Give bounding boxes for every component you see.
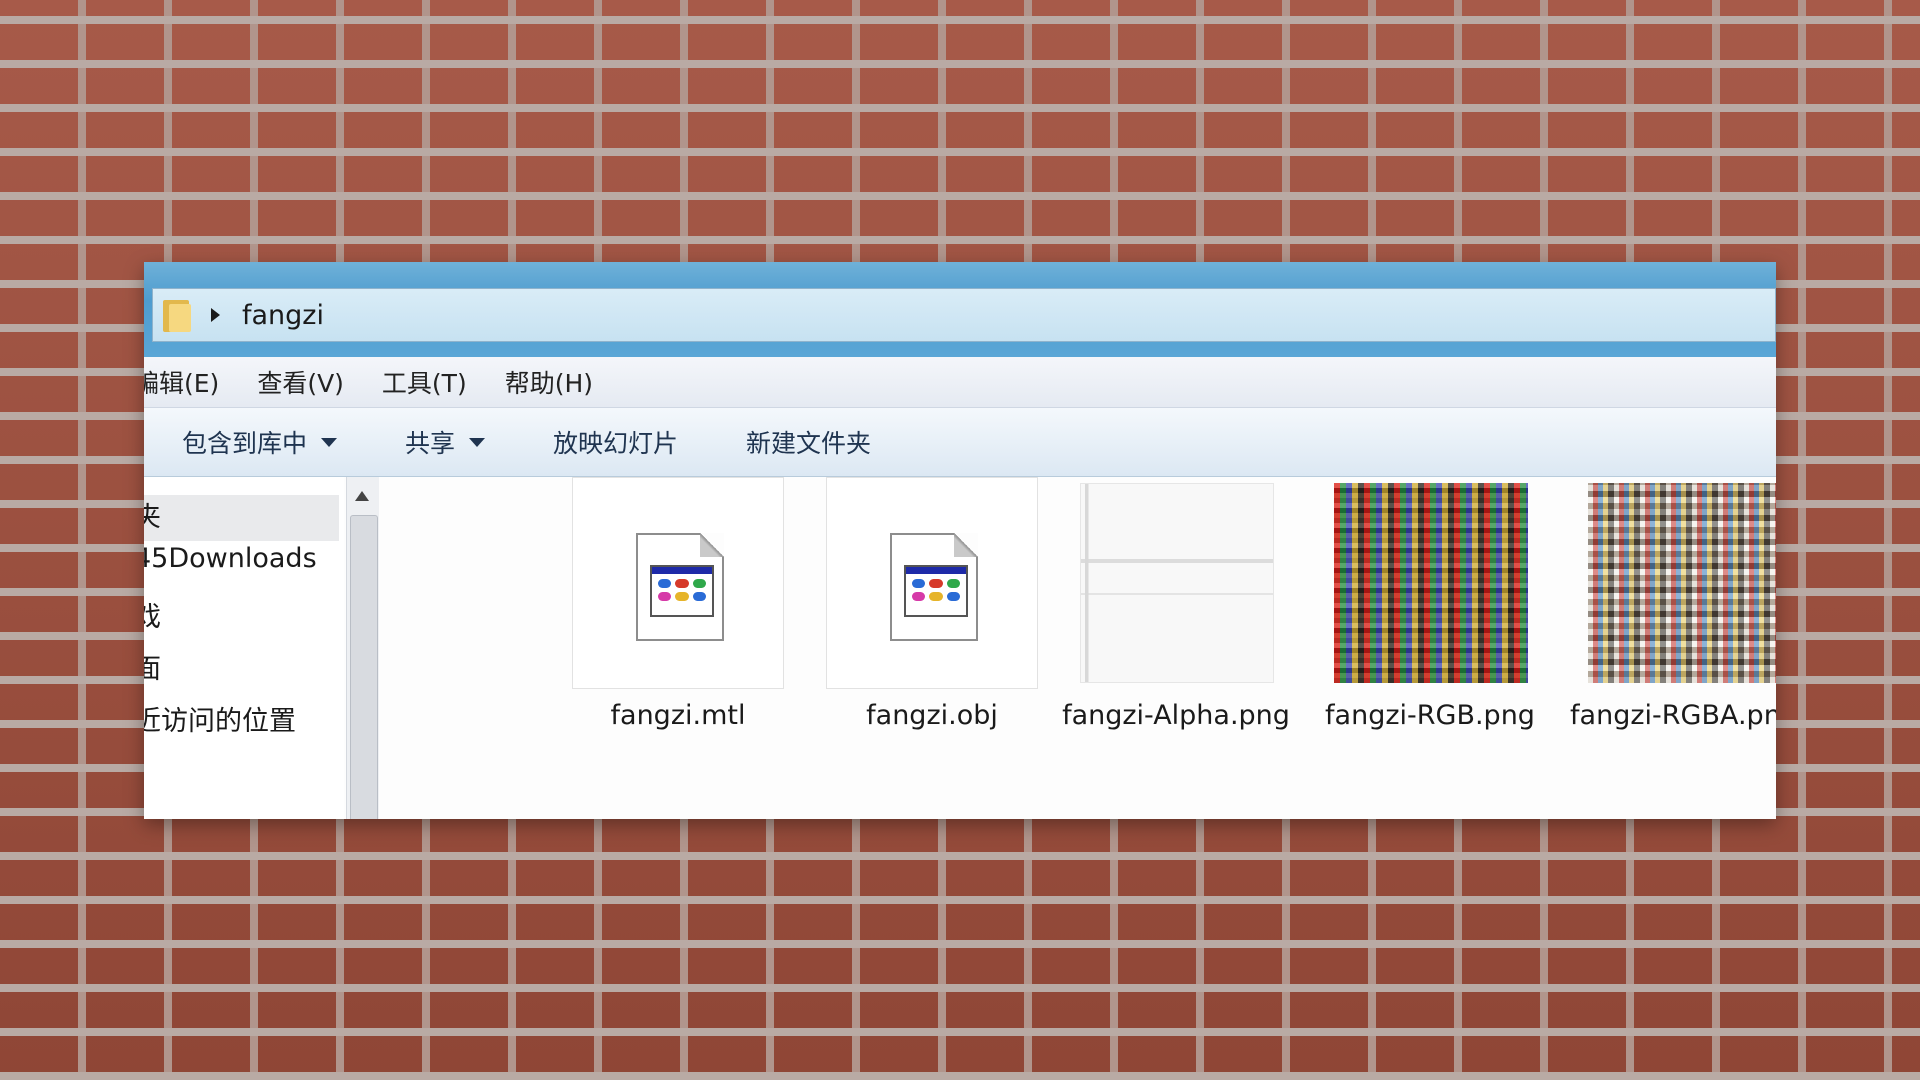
scrollbar-thumb[interactable] (350, 515, 378, 819)
image-thumbnail (1080, 483, 1274, 683)
nav-item-games[interactable]: 戏 (144, 595, 161, 634)
menu-view[interactable]: 查看(V) (257, 364, 344, 400)
command-bar: 包含到库中 共享 放映幻灯片 新建文件夹 (144, 408, 1776, 477)
slideshow-label: 放映幻灯片 (553, 429, 679, 458)
scroll-up-arrow-icon[interactable] (355, 491, 369, 501)
address-bar[interactable]: fangzi (152, 288, 1776, 342)
file-thumbnail (572, 477, 784, 689)
nav-item-recent-places[interactable]: 近访问的位置 (144, 699, 296, 738)
chevron-down-icon (321, 437, 338, 447)
file-thumbnail (826, 477, 1038, 689)
image-thumbnail (1588, 483, 1776, 683)
nav-item-favorites[interactable]: 夹 (144, 495, 339, 541)
file-name: fangzi-RGB.png (1325, 700, 1535, 731)
new-folder-label: 新建文件夹 (746, 429, 872, 458)
share-label: 共享 (405, 429, 456, 458)
navigation-pane: 夹 45Downloads 戏 面 近访问的位置 (144, 477, 344, 819)
breadcrumb-chevron-icon[interactable] (211, 308, 220, 322)
file-name: fangzi.mtl (610, 700, 746, 731)
nav-scrollbar[interactable] (346, 477, 379, 819)
menu-tools[interactable]: 工具(T) (382, 364, 467, 400)
breadcrumb-current-folder[interactable]: fangzi (242, 300, 324, 331)
menu-edit[interactable]: 编辑(E) (144, 364, 219, 400)
nav-item-desktop[interactable]: 面 (144, 647, 161, 686)
slideshow-button[interactable]: 放映幻灯片 (553, 424, 678, 460)
explorer-window: fangzi 编辑(E) 查看(V) 工具(T) 帮助(H) 包含到库中 共享 … (144, 262, 1776, 819)
nav-item-downloads[interactable]: 45Downloads (144, 543, 317, 574)
folder-icon (163, 298, 193, 332)
menu-bar: 编辑(E) 查看(V) 工具(T) 帮助(H) (144, 357, 1776, 408)
menu-help[interactable]: 帮助(H) (505, 364, 593, 400)
generic-document-icon (636, 533, 724, 641)
generic-document-icon (890, 533, 978, 641)
new-folder-button[interactable]: 新建文件夹 (746, 424, 871, 460)
include-in-library-button[interactable]: 包含到库中 (182, 424, 338, 460)
file-view: fangzi.mtl fangzi.obj fangzi-Alpha.png f… (380, 477, 1776, 819)
image-thumbnail (1334, 483, 1528, 683)
file-name: fangzi-Alpha.png (1062, 700, 1290, 731)
include-in-library-label: 包含到库中 (182, 429, 308, 458)
chevron-down-icon (469, 437, 486, 447)
file-name: fangzi.obj (866, 700, 998, 731)
file-name: fangzi-RGBA.png (1570, 700, 1776, 731)
share-button[interactable]: 共享 (405, 424, 486, 460)
title-bar: fangzi (144, 262, 1776, 357)
